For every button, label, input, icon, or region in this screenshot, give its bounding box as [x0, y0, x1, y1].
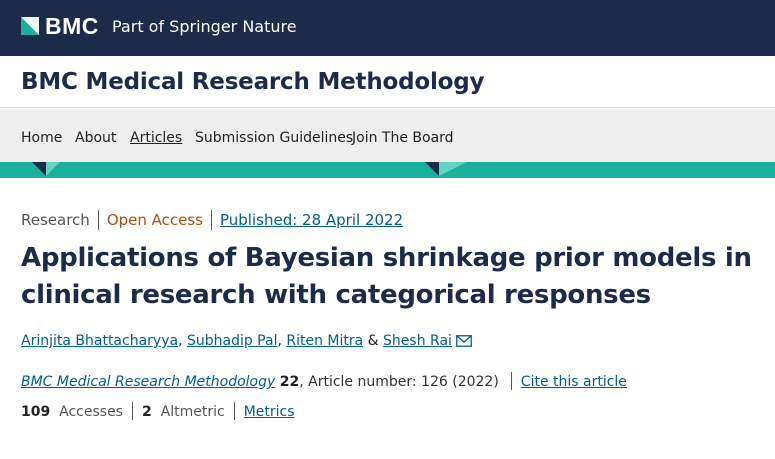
- author-separator: &: [363, 333, 384, 349]
- author-list: Arinjita Bhattacharyya, Subhadip Pal, Ri…: [21, 331, 472, 351]
- cite-this-article-link[interactable]: Cite this article: [521, 374, 627, 390]
- site-header: BMC Part of Springer Nature: [0, 0, 775, 56]
- author-link[interactable]: Subhadip Pal: [187, 333, 278, 349]
- published-date-link[interactable]: Published: 28 April 2022: [211, 210, 411, 230]
- divider: [233, 402, 235, 420]
- divider: [510, 372, 512, 390]
- journal-title[interactable]: BMC Medical Research Methodology: [21, 67, 485, 97]
- citation-line: BMC Medical Research Methodology 22, Art…: [21, 372, 627, 392]
- accesses-label: Accesses: [59, 404, 123, 420]
- metrics-link[interactable]: Metrics: [244, 404, 295, 420]
- nav-item-join-the-board[interactable]: Join The Board: [352, 129, 454, 147]
- bmc-logo-text[interactable]: BMC: [45, 12, 99, 40]
- article-title: Applications of Bayesian shrinkage prior…: [21, 243, 752, 310]
- open-access-badge: Open Access: [97, 210, 211, 230]
- altmetric-count: 2: [141, 404, 152, 420]
- citation-article-number: , Article number: 126 (2022): [299, 374, 499, 390]
- nav-item-about[interactable]: About: [75, 129, 116, 147]
- altmetric-label: Altmetric: [160, 404, 225, 420]
- mail-icon[interactable]: [456, 335, 472, 347]
- nav-item-home[interactable]: Home: [21, 129, 62, 147]
- author-link[interactable]: Arinjita Bhattacharyya: [21, 333, 178, 349]
- nav-item-articles[interactable]: Articles: [130, 129, 182, 147]
- article-meta: Research Open Access Published: 28 April 2…: [21, 210, 411, 230]
- decorative-pattern: [32, 162, 467, 176]
- article-type: Research: [21, 211, 90, 229]
- main-nav: Home About Articles Submission Guideline…: [0, 109, 775, 162]
- springer-tagline: Part of Springer Nature: [112, 17, 297, 36]
- author-link[interactable]: Riten Mitra: [286, 333, 363, 349]
- citation-journal-link[interactable]: BMC Medical Research Methodology: [21, 374, 275, 390]
- author-link[interactable]: Shesh Rai: [383, 333, 452, 349]
- bmc-logo-icon[interactable]: [21, 17, 39, 35]
- nav-item-submission-guidelines[interactable]: Submission Guidelines: [195, 129, 353, 147]
- metrics-line: 109 Accesses 2 Altmetric Metrics: [21, 402, 295, 422]
- citation-volume: 22: [279, 374, 300, 390]
- divider: [131, 402, 133, 420]
- author-separator: ,: [178, 333, 187, 349]
- journal-bar: BMC Medical Research Methodology: [0, 56, 775, 108]
- decorative-band: [0, 162, 775, 178]
- accesses-count: 109: [21, 404, 51, 420]
